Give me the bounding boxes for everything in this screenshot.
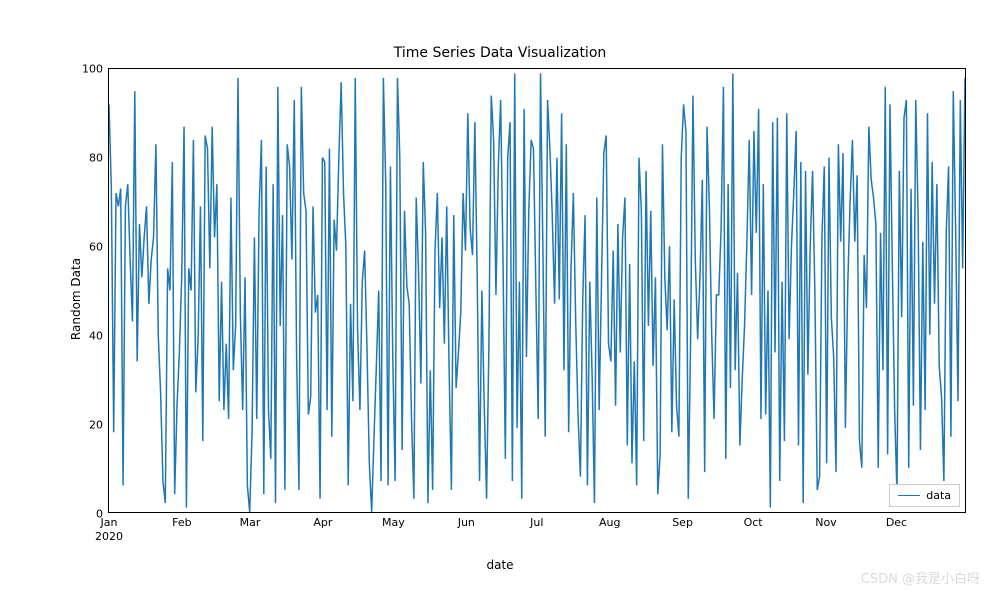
plot-area: data 020406080100JanFebMarAprMayJunJulAu… bbox=[108, 68, 966, 513]
x-axis-label: date bbox=[0, 558, 1000, 572]
line-series bbox=[109, 69, 965, 512]
x-tick: Aug bbox=[599, 516, 620, 529]
legend: data bbox=[889, 484, 960, 507]
chart-container: Time Series Data Visualization Random Da… bbox=[0, 0, 1000, 597]
x-tick: Mar bbox=[240, 516, 261, 529]
chart-title: Time Series Data Visualization bbox=[0, 45, 1000, 61]
y-tick: 80 bbox=[89, 152, 103, 165]
x-tick: Nov bbox=[815, 516, 836, 529]
x-tick: Oct bbox=[744, 516, 763, 529]
x-tick: Dec bbox=[886, 516, 907, 529]
y-tick: 100 bbox=[82, 63, 103, 76]
x-tick: Jul bbox=[530, 516, 543, 529]
legend-label: data bbox=[926, 489, 951, 502]
x-tick: Jan bbox=[101, 516, 118, 529]
y-tick: 60 bbox=[89, 241, 103, 254]
watermark: CSDN @我是小白呀 bbox=[861, 568, 980, 587]
y-axis-label: Random Data bbox=[69, 257, 83, 339]
legend-line-icon bbox=[898, 495, 920, 496]
y-tick: 20 bbox=[89, 419, 103, 432]
x-tick-year: 2020 bbox=[95, 530, 123, 543]
x-tick: Sep bbox=[672, 516, 693, 529]
x-tick: Jun bbox=[458, 516, 475, 529]
x-tick: Feb bbox=[172, 516, 191, 529]
x-tick: May bbox=[382, 516, 405, 529]
y-tick: 40 bbox=[89, 330, 103, 343]
x-tick: Apr bbox=[313, 516, 332, 529]
